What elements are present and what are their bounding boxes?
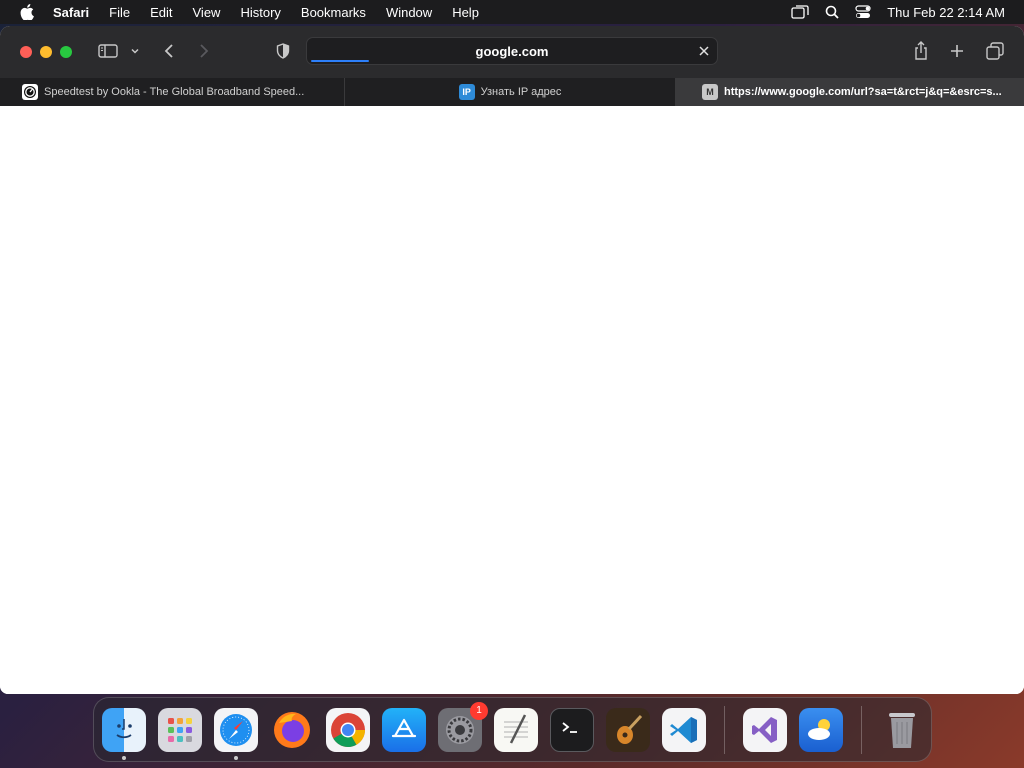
dock-separator (861, 705, 862, 754)
chevron-down-icon[interactable] (129, 40, 141, 62)
finder-icon[interactable] (102, 707, 146, 760)
control-center-icon[interactable] (855, 5, 871, 19)
tab-label: Speedtest by Ookla - The Global Broadban… (44, 86, 305, 98)
window-controls (20, 46, 80, 58)
forward-arrow-icon[interactable] (195, 40, 213, 62)
share-icon[interactable] (912, 40, 930, 62)
terminal-icon[interactable] (550, 707, 594, 752)
vscode-icon[interactable] (662, 707, 706, 752)
apple-icon[interactable] (17, 0, 37, 24)
sidebar-toggle-icon[interactable] (97, 40, 119, 62)
trash-icon[interactable] (880, 708, 924, 752)
tab-bar: Speedtest by Ookla - The Global Broadban… (0, 78, 1024, 106)
dock-separator (724, 705, 725, 754)
spotlight-search-icon[interactable] (825, 5, 839, 19)
menu-history[interactable]: History (240, 5, 280, 20)
address-text: google.com (475, 43, 549, 59)
new-tab-icon[interactable] (948, 40, 966, 62)
page-load-progress (311, 60, 369, 62)
menu-bar: Safari File Edit View History Bookmarks … (0, 0, 1024, 24)
dock: 1 (93, 697, 932, 762)
tab-overview-icon[interactable] (985, 40, 1005, 62)
back-arrow-icon[interactable] (160, 40, 178, 62)
visual-studio-icon[interactable] (743, 707, 787, 752)
close-window-button[interactable] (20, 46, 32, 58)
tab-label: https://www.google.com/url?sa=t&rct=j&q=… (724, 86, 1002, 98)
m-favicon-icon: M (702, 84, 718, 100)
tab-label: Узнать IP адрес (480, 86, 562, 98)
textedit-icon[interactable] (494, 707, 538, 752)
safari-window: google.com Speedtest by Ookla - The Glob… (0, 26, 1024, 694)
menu-file[interactable]: File (109, 5, 130, 20)
system-settings-icon[interactable]: 1 (438, 701, 488, 752)
toolbar: google.com (0, 26, 1024, 78)
menu-bookmarks[interactable]: Bookmarks (301, 5, 366, 20)
tab-speedtest[interactable]: Speedtest by Ookla - The Global Broadban… (0, 78, 345, 106)
chrome-icon[interactable] (326, 707, 370, 752)
page-content[interactable] (0, 106, 1024, 694)
notification-badge: 1 (470, 701, 488, 720)
running-indicator (122, 755, 126, 760)
tab-ip-address[interactable]: IP Узнать IP адрес (345, 78, 676, 106)
menu-window[interactable]: Window (386, 5, 432, 20)
menu-clock[interactable]: Thu Feb 22 2:14 AM (887, 5, 1005, 20)
launchpad-icon[interactable] (158, 707, 202, 752)
running-indicator (234, 755, 238, 760)
app-store-icon[interactable] (382, 707, 426, 752)
menu-view[interactable]: View (193, 5, 221, 20)
weather-icon[interactable] (799, 707, 843, 752)
menu-app-name[interactable]: Safari (53, 5, 89, 20)
menu-edit[interactable]: Edit (150, 5, 172, 20)
zoom-window-button[interactable] (60, 46, 72, 58)
minimize-window-button[interactable] (40, 46, 52, 58)
garageband-icon[interactable] (606, 707, 650, 752)
stop-loading-icon[interactable] (697, 44, 711, 58)
privacy-shield-icon[interactable] (274, 40, 292, 62)
tab-google-redirect[interactable]: M https://www.google.com/url?sa=t&rct=j&… (676, 78, 1024, 106)
menu-help[interactable]: Help (452, 5, 479, 20)
safari-icon[interactable] (214, 707, 258, 760)
screen-mirroring-icon[interactable] (791, 5, 809, 19)
firefox-icon[interactable] (270, 708, 314, 752)
speedtest-icon (22, 84, 38, 100)
ip-favicon-icon: IP (458, 84, 475, 100)
address-bar[interactable]: google.com (306, 37, 718, 65)
